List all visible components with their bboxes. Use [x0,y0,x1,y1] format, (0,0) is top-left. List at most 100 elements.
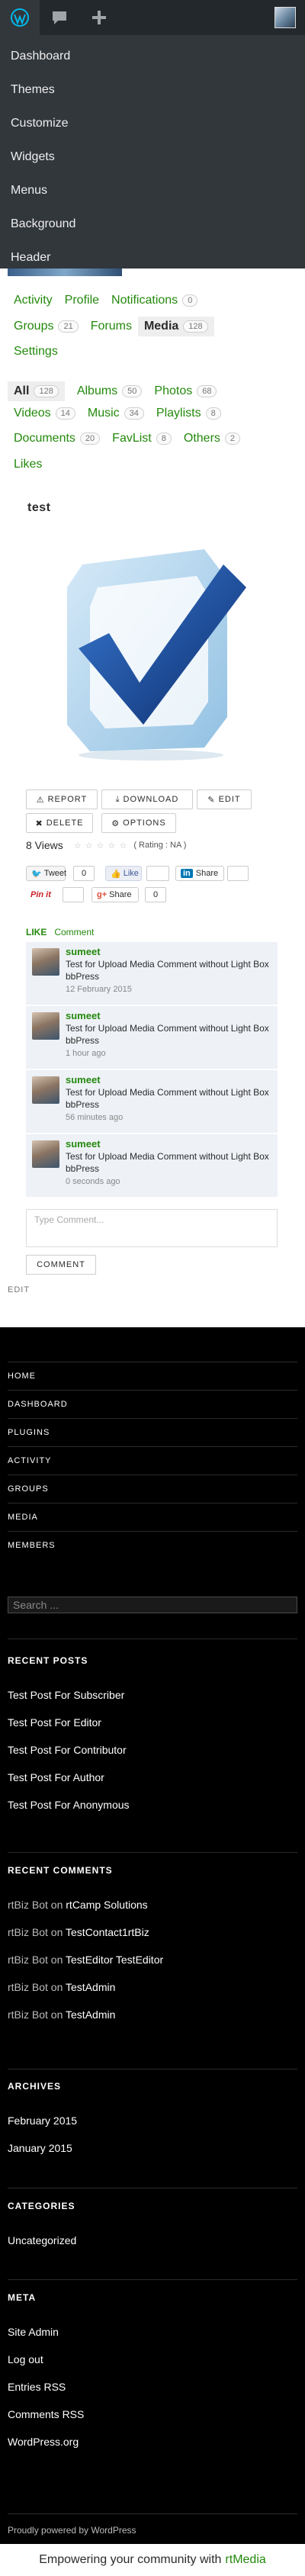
meta-site-admin-link[interactable]: Site Admin [8,2318,297,2346]
google-plus-share-button[interactable]: g+ Share [92,887,139,902]
count-badge: 68 [197,385,217,397]
avatar[interactable] [32,1076,59,1104]
tweet-count: 0 [73,866,95,881]
avatar[interactable] [32,948,59,976]
pinterest-button[interactable]: Pin it [26,887,61,902]
media-nav-playlists[interactable]: Playlists 8 [156,407,221,420]
twitter-icon: 🐦 [31,869,42,879]
category-link[interactable]: Uncategorized [8,2227,297,2254]
facebook-like-button[interactable]: 👍 Like [105,866,142,881]
media-nav-all[interactable]: All 128 [8,381,65,401]
recent-comment-post-link[interactable]: TestEditor TestEditor [66,1954,163,1966]
menu-item-dashboard[interactable]: Dashboard [0,40,305,73]
nav-settings[interactable]: Settings [14,345,58,359]
nav-profile[interactable]: Profile [65,294,99,307]
nav-activity[interactable]: Activity [14,294,53,307]
comments-icon[interactable] [40,0,79,35]
menu-item-background[interactable]: Background [0,207,305,241]
comment-author[interactable]: sumeet [66,1138,101,1150]
media-nav-albums[interactable]: Albums 50 [77,384,143,398]
footer-menu-groups[interactable]: GROUPS [8,1475,297,1503]
nav-groups[interactable]: Groups 21 [14,320,79,333]
report-button[interactable]: ⚠ REPORT [26,790,98,809]
edit-button[interactable]: ✎ EDIT [197,790,252,809]
media-nav-row-4: Likes [14,458,54,471]
comment-author[interactable]: sumeet [66,1074,101,1085]
nav-media[interactable]: Media 128 [137,317,214,336]
recent-post-link[interactable]: Test Post For Author [8,1764,297,1791]
delete-button[interactable]: ✖ DELETE [26,813,93,833]
recent-comment-post-link[interactable]: TestAdmin [66,1981,115,1993]
google-plus-count: 0 [145,887,166,902]
comment-link[interactable]: Comment [54,927,94,937]
meta-comments-rss-link[interactable]: Comments RSS [8,2401,297,2428]
wordpress-icon[interactable] [0,0,40,35]
menu-item-menus[interactable]: Menus [0,174,305,207]
linkedin-count [227,866,249,881]
nav-notifications[interactable]: Notifications 0 [111,294,198,307]
menu-item-customize[interactable]: Customize [0,107,305,140]
recent-comment-post-link[interactable]: TestAdmin [66,2008,115,2021]
comment-submit-button[interactable]: COMMENT [26,1255,96,1275]
meta-logout-link[interactable]: Log out [8,2346,297,2373]
search-input[interactable]: Search ... [8,1597,297,1613]
profile-nav-row-2: Groups 21 Forums Media 128 [14,317,226,336]
widget-title: ARCHIVES [8,2081,62,2092]
recent-post-link[interactable]: Test Post For Contributor [8,1736,297,1764]
avatar[interactable] [32,1140,59,1168]
media-nav-videos[interactable]: Videos 14 [14,407,75,420]
plus-icon[interactable] [79,0,119,35]
footer-menu-media[interactable]: MEDIA [8,1503,297,1531]
comment-author[interactable]: sumeet [66,946,101,957]
comment-author[interactable]: sumeet [66,1010,101,1021]
divider [8,2279,297,2280]
menu-item-widgets[interactable]: Widgets [0,140,305,174]
comment-time: 56 minutes ago [66,1113,124,1122]
recent-comment-post-link[interactable]: TestContact1rtBiz [66,1926,149,1938]
recent-post-link[interactable]: Test Post For Subscriber [8,1681,297,1709]
meta-widget: META Site Admin Log out Entries RSS Comm… [8,2292,297,2455]
rating-text: ( Rating : NA ) [133,841,187,850]
edit-link[interactable]: EDIT [8,1285,30,1294]
like-button[interactable]: LIKE [26,927,47,937]
media-nav-photos[interactable]: Photos 68 [154,384,217,398]
media-nav-likes[interactable]: Likes [14,458,42,471]
media-title: test [27,501,51,514]
menu-item-themes[interactable]: Themes [0,73,305,107]
meta-wordpress-org-link[interactable]: WordPress.org [8,2428,297,2455]
count-badge: 2 [224,433,241,445]
footer-menu: HOME DASHBOARD PLUGINS ACTIVITY GROUPS M… [8,1362,297,1559]
comment-time: 0 seconds ago [66,1177,120,1186]
download-button[interactable]: ⤓ DOWNLOAD [101,790,193,809]
media-nav-documents[interactable]: Documents 20 [14,432,101,445]
recent-comment: rtBiz Bot on TestAdmin [8,1981,116,1993]
options-button[interactable]: ⚙ OPTIONS [101,813,176,833]
footer-menu-activity[interactable]: ACTIVITY [8,1446,297,1475]
archive-link[interactable]: February 2015 [8,2107,297,2134]
archive-link[interactable]: January 2015 [8,2134,297,2162]
comment-text: Test for Upload Media Comment without Li… [66,1023,269,1046]
meta-entries-rss-link[interactable]: Entries RSS [8,2373,297,2401]
account-avatar[interactable] [265,0,305,35]
menu-item-header[interactable]: Header [0,241,305,275]
media-nav-music[interactable]: Music 34 [88,407,144,420]
comment-input[interactable]: Type Comment... [26,1209,278,1247]
footer-menu-dashboard[interactable]: DASHBOARD [8,1390,297,1418]
avatar[interactable] [32,1012,59,1040]
media-image[interactable] [44,534,258,763]
media-nav-favlist[interactable]: FavList 8 [112,432,172,445]
footer-menu-plugins[interactable]: PLUGINS [8,1418,297,1446]
recent-post-link[interactable]: Test Post For Editor [8,1709,297,1736]
rtmedia-link[interactable]: rtMedia [225,2553,265,2567]
recent-comment-post-link[interactable]: rtCamp Solutions [66,1899,147,1911]
footer-menu-members[interactable]: MEMBERS [8,1531,297,1559]
comment-time: 12 February 2015 [66,985,132,994]
tweet-button[interactable]: 🐦 Tweet [26,866,66,881]
powered-by-link[interactable]: Proudly powered by WordPress [8,2525,136,2536]
nav-forums[interactable]: Forums [91,320,132,333]
media-nav-others[interactable]: Others 2 [184,432,241,445]
recent-post-link[interactable]: Test Post For Anonymous [8,1791,297,1819]
footer-menu-home[interactable]: HOME [8,1362,297,1390]
linkedin-share-button[interactable]: in Share [175,866,224,881]
rating-stars[interactable]: ☆ ☆ ☆ ☆ ☆ [74,841,128,851]
